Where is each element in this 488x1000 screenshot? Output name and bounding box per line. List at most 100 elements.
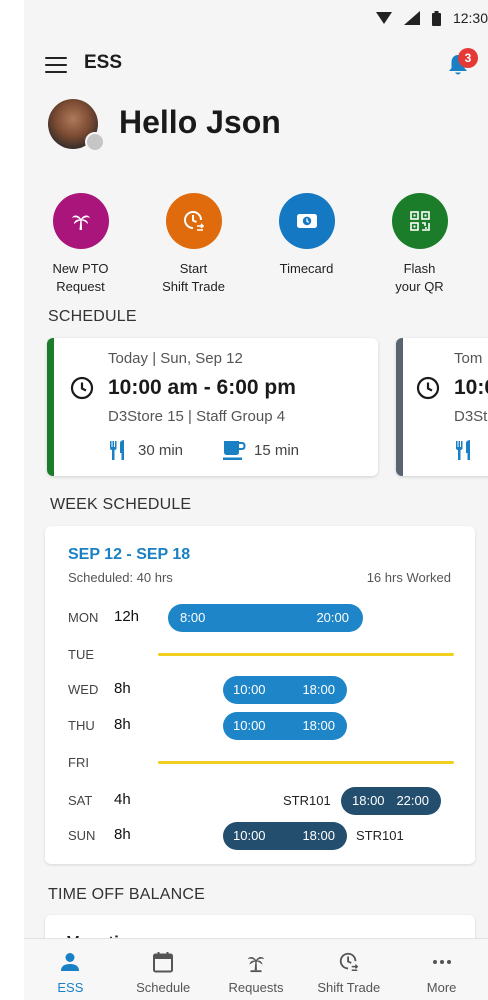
timecard-label: Timecard [279, 261, 334, 276]
nav-more[interactable]: More [395, 939, 488, 1000]
week-row-wed[interactable]: WED 8h 10:00 18:00 [45, 676, 475, 704]
quick-actions: New PTO Request Start Shift Trade Timeca… [24, 193, 488, 296]
app-screen: 12:30 ESS 3 Hello Json New PTO Request S… [24, 0, 488, 1000]
week-row-sat[interactable]: SAT 4h STR101 18:00 22:00 [45, 787, 475, 815]
day-label: WED [68, 682, 99, 697]
schedule-card-accent [47, 338, 54, 476]
day-hours: 4h [114, 791, 131, 808]
week-row-fri[interactable]: FRI [45, 749, 475, 777]
meal-break: 30 min [108, 439, 183, 461]
nav-schedule[interactable]: Schedule [117, 939, 210, 1000]
schedule-card-today[interactable]: Today | Sun, Sep 12 10:00 am - 6:00 pm D… [47, 338, 378, 476]
nav-ess[interactable]: ESS [24, 939, 117, 1000]
rest-break-duration: 15 min [254, 441, 300, 459]
presence-indicator [85, 132, 105, 152]
day-label: SAT [68, 793, 93, 808]
rest-break: 15 min [222, 439, 299, 461]
day-label: FRI [68, 755, 89, 770]
shift-start: 18:00 [352, 793, 385, 808]
shift-store-code: STR101 [283, 793, 331, 808]
fork-knife-icon [110, 440, 124, 460]
hamburger-menu-icon[interactable] [45, 57, 67, 73]
shift-trade-clock-icon [339, 952, 359, 971]
shift-bar[interactable]: 8:00 20:00 [168, 604, 363, 632]
shift-store: D3Store 15 | Staff Group 4 [108, 408, 286, 425]
day-off-line [158, 653, 454, 656]
battery-icon [431, 10, 441, 26]
start-shift-trade-button[interactable]: Start Shift Trade [137, 193, 250, 296]
week-schedule-section-title: WEEK SCHEDULE [50, 496, 192, 513]
nav-label: Requests [228, 980, 284, 995]
schedule-section-title: SCHEDULE [48, 308, 137, 325]
day-label: TUE [68, 647, 94, 662]
shift-bar[interactable]: 18:00 22:00 [341, 787, 441, 815]
shift-bar[interactable]: 10:00 18:00 [223, 712, 347, 740]
status-time: 12:30 [452, 10, 488, 26]
app-bar: ESS 3 [24, 48, 488, 80]
week-range: SEP 12 - SEP 18 [68, 546, 191, 563]
week-schedule-card[interactable]: SEP 12 - SEP 18 Scheduled: 40 hrs 16 hrs… [45, 526, 475, 864]
week-row-sun[interactable]: SUN 8h 10:00 18:00 STR101 [45, 822, 475, 850]
schedule-card-tomorrow[interactable]: Tom 10:0 D3St [396, 338, 488, 476]
bottom-navigation: ESS Schedule Requests Shift Trade More [24, 938, 488, 1000]
week-row-thu[interactable]: THU 8h 10:00 18:00 [45, 712, 475, 740]
status-bar: 12:30 [24, 0, 488, 40]
new-pto-request-button[interactable]: New PTO Request [24, 193, 137, 296]
palm-tree-icon [247, 956, 265, 973]
shift-time: 10:00 am - 6:00 pm [108, 376, 296, 399]
shift-store-code: STR101 [356, 828, 404, 843]
shift-end: 18:00 [302, 828, 335, 843]
person-icon [61, 953, 80, 971]
meal-break-duration: 30 min [138, 441, 184, 459]
day-hours: 8h [114, 826, 131, 843]
clock-icon [416, 376, 440, 400]
week-row-mon[interactable]: MON 12h 8:00 20:00 [45, 604, 475, 632]
qr-code-icon [391, 193, 448, 249]
shift-date: Today | Sun, Sep 12 [108, 350, 243, 367]
fork-knife-icon [456, 440, 470, 460]
shift-start: 10:00 [233, 682, 266, 697]
shift-start: 8:00 [180, 610, 206, 625]
shift-store: D3St [454, 408, 488, 425]
cellular-signal-icon [403, 11, 420, 25]
schedule-card-accent [396, 338, 403, 476]
shift-end: 20:00 [316, 610, 349, 625]
timecard-icon [278, 193, 335, 249]
shift-start: 10:00 [233, 828, 266, 843]
nav-label: Shift Trade [317, 980, 381, 995]
palm-tree-icon [52, 193, 109, 249]
shift-end: 18:00 [302, 682, 335, 697]
wifi-icon [375, 12, 392, 24]
shift-date: Tom [454, 350, 483, 367]
flash-qr-label: Flash your QR [395, 261, 444, 294]
start-shift-trade-label: Start Shift Trade [162, 261, 225, 294]
nav-requests[interactable]: Requests [210, 939, 303, 1000]
calendar-icon [153, 952, 174, 973]
clock-icon [70, 376, 94, 400]
shift-end: 18:00 [302, 718, 335, 733]
day-label: THU [68, 718, 95, 733]
coffee-cup-icon [223, 441, 246, 460]
nav-label: ESS [57, 980, 84, 995]
day-label: MON [68, 610, 99, 625]
more-dots-icon [432, 960, 451, 964]
scheduled-hours: Scheduled: 40 hrs [68, 570, 173, 585]
worked-hours: 16 hrs Worked [366, 570, 451, 585]
week-row-tue[interactable]: TUE [45, 641, 475, 669]
shift-end: 22:00 [396, 793, 429, 808]
day-off-line [158, 761, 454, 764]
notification-badge: 3 [458, 48, 478, 68]
shift-time: 10:0 [454, 376, 488, 399]
nav-shift-trade[interactable]: Shift Trade [302, 939, 395, 1000]
shift-bar[interactable]: 10:00 18:00 [223, 822, 347, 850]
new-pto-request-label: New PTO Request [52, 261, 109, 294]
day-hours: 8h [114, 716, 131, 733]
nav-label: More [426, 980, 457, 995]
shift-bar[interactable]: 10:00 18:00 [223, 676, 347, 704]
time-off-section-title: TIME OFF BALANCE [48, 886, 205, 903]
shift-start: 10:00 [233, 718, 266, 733]
day-hours: 12h [114, 608, 140, 625]
shift-trade-clock-icon [165, 193, 222, 249]
timecard-button[interactable]: Timecard [250, 193, 363, 296]
flash-qr-button[interactable]: Flash your QR [363, 193, 476, 296]
